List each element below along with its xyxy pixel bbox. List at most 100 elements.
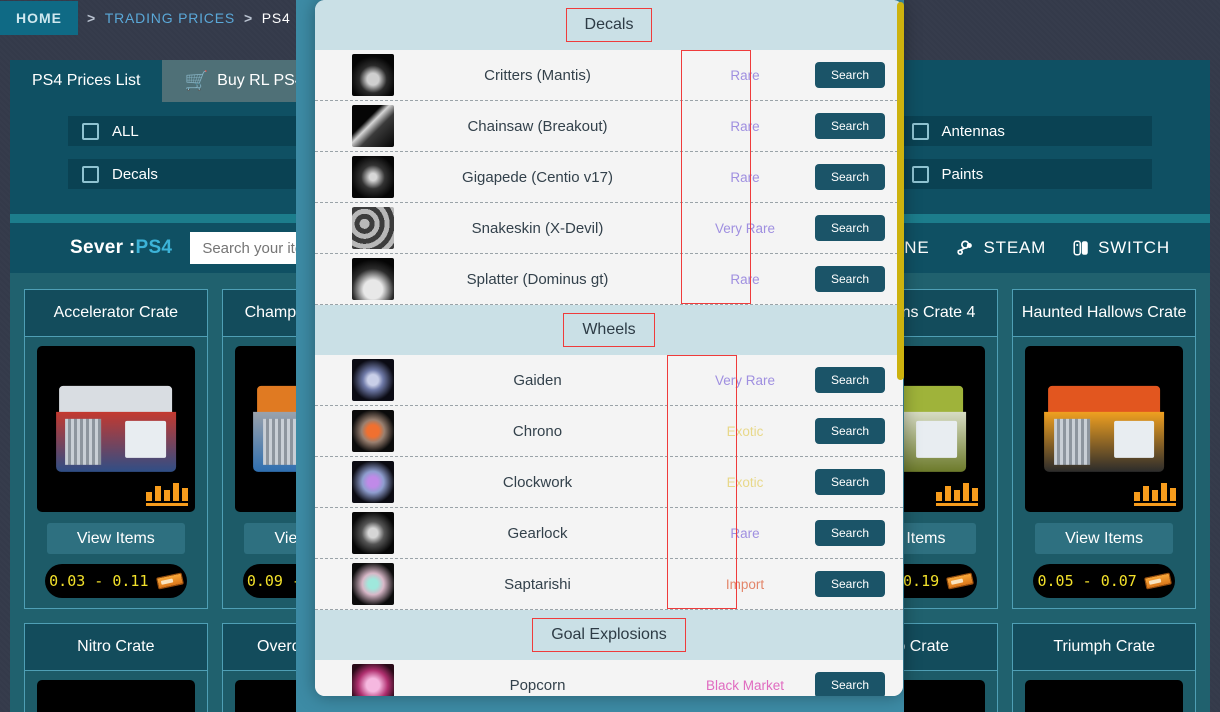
filter-label: Antennas <box>941 122 1005 140</box>
filter-decals[interactable]: Decals <box>68 159 323 189</box>
crate-image <box>37 346 195 512</box>
section-items: Critters (Mantis) Rare Search Chainsaw (Bre… <box>315 50 903 305</box>
item-thumbnail <box>352 54 394 96</box>
filter-all[interactable]: ALL <box>68 116 323 146</box>
search-button[interactable]: Search <box>815 266 885 292</box>
crate-title: Nitro Crate <box>25 624 207 671</box>
item-name: Splatter (Dominus gt) <box>466 270 609 288</box>
price-range: 0.03 - 0.11 <box>44 564 187 598</box>
key-icon <box>1143 572 1172 590</box>
item-row[interactable]: Gigapede (Centio v17) Rare Search <box>315 152 903 203</box>
checkbox-icon[interactable] <box>82 122 99 140</box>
switch-icon <box>1073 240 1088 256</box>
crate-card[interactable]: Accelerator Crate View Items 0.03 - 0.11 <box>24 289 208 609</box>
item-row[interactable]: Chrono Exotic Search <box>315 406 903 457</box>
item-thumbnail <box>352 664 394 696</box>
crate-title: Triumph Crate <box>1013 624 1195 671</box>
section-items: Gaiden Very Rare Search Chrono Exotic Search C… <box>315 355 903 610</box>
item-row[interactable]: Snakeskin (X-Devil) Very Rare Search <box>315 203 903 254</box>
crate-image <box>1025 680 1183 712</box>
item-rarity: Very Rare <box>714 372 776 388</box>
item-row[interactable]: Gaiden Very Rare Search <box>315 355 903 406</box>
item-rarity: Exotic <box>726 423 764 439</box>
item-thumbnail <box>352 258 394 300</box>
modal-scrollbar-thumb[interactable] <box>897 2 904 380</box>
filter-label: Decals <box>112 165 158 183</box>
search-button[interactable]: Search <box>815 520 885 546</box>
item-name: Chrono <box>512 422 563 440</box>
checkbox-icon[interactable] <box>911 122 929 140</box>
item-name: Saptarishi <box>504 575 571 593</box>
section-title: Decals <box>565 8 653 42</box>
item-rarity: Import <box>725 576 765 592</box>
tab-label: PS4 Prices List <box>32 72 141 89</box>
cart-icon: 🛒 <box>184 70 209 92</box>
search-button[interactable]: Search <box>815 418 885 444</box>
key-icon <box>946 572 975 590</box>
price-range: 0.05 - 0.07 <box>1033 564 1176 598</box>
section-title: Goal Explosions <box>532 618 686 652</box>
breadcrumb-trading-prices[interactable]: TRADING PRICES <box>105 10 235 26</box>
item-thumbnail <box>352 359 394 401</box>
item-thumbnail <box>352 105 394 147</box>
breadcrumb-separator-1: > <box>87 10 96 26</box>
search-button[interactable]: Search <box>815 113 885 139</box>
search-button[interactable]: Search <box>815 215 885 241</box>
item-row[interactable]: Chainsaw (Breakout) Rare Search <box>315 101 903 152</box>
item-thumbnail <box>352 207 394 249</box>
search-button[interactable]: Search <box>815 367 885 393</box>
filter-antennas[interactable]: Antennas <box>897 116 1152 146</box>
filter-label: ALL <box>112 122 139 140</box>
filter-paints[interactable]: Paints <box>897 159 1152 189</box>
item-row[interactable]: Gearlock Rare Search <box>315 508 903 559</box>
section-header: Goal Explosions <box>315 610 903 660</box>
section-header: Decals <box>315 0 903 50</box>
item-row[interactable]: Clockwork Exotic Search <box>315 457 903 508</box>
item-rarity: Rare <box>730 271 760 287</box>
platform-switch[interactable]: SWITCH <box>1072 238 1170 258</box>
item-row[interactable]: Popcorn Black Market Search <box>315 660 903 696</box>
item-name: Gearlock <box>507 524 568 542</box>
search-button[interactable]: Search <box>815 469 885 495</box>
filter-label: Paints <box>941 165 984 183</box>
platform-steam[interactable]: STEAM <box>956 238 1047 258</box>
checkbox-icon[interactable] <box>82 165 99 183</box>
item-rarity: Rare <box>730 525 760 541</box>
item-rarity: Black Market <box>705 677 785 693</box>
search-button[interactable]: Search <box>815 164 885 190</box>
search-button[interactable]: Search <box>815 62 885 88</box>
item-thumbnail <box>352 156 394 198</box>
item-rarity: Rare <box>730 67 760 83</box>
crate-title: Haunted Hallows Crate <box>1013 290 1195 337</box>
breadcrumb-separator-2: > <box>244 10 253 26</box>
search-button[interactable]: Search <box>815 571 885 597</box>
server-value: PS4 <box>135 237 173 258</box>
breadcrumb-home[interactable]: HOME <box>0 1 78 35</box>
tab-ps4-prices-list[interactable]: PS4 Prices List <box>10 60 162 102</box>
price-text: 0.05 - 0.07 <box>1037 572 1137 590</box>
section-items: Popcorn Black Market Search <box>315 660 903 696</box>
item-row[interactable]: Critters (Mantis) Rare Search <box>315 50 903 101</box>
item-name: Gigapede (Centio v17) <box>462 168 613 186</box>
item-name: Snakeskin (X-Devil) <box>471 219 604 237</box>
item-rarity: Rare <box>730 118 760 134</box>
crate-card[interactable]: Triumph CrateView Items0.05 - 0.16 <box>1012 623 1196 712</box>
screen: HOME > TRADING PRICES > PS4 INDEX PS4 Pr… <box>0 0 1220 712</box>
item-list-modal: Decals Critters (Mantis) Rare Search Chainsa… <box>315 0 903 696</box>
item-name: Gaiden <box>513 371 562 389</box>
crate-card[interactable]: Haunted Hallows Crate View Items 0.05 - 0.… <box>1012 289 1196 609</box>
key-icon <box>155 572 184 590</box>
steam-icon <box>956 240 972 255</box>
view-items-button[interactable]: View Items <box>46 523 185 554</box>
checkbox-icon[interactable] <box>911 165 929 183</box>
item-rarity: Very Rare <box>714 220 776 236</box>
item-row[interactable]: Splatter (Dominus gt) Rare Search <box>315 254 903 305</box>
item-row[interactable]: Saptarishi Import Search <box>315 559 903 610</box>
chart-bars-icon <box>145 483 188 506</box>
search-button[interactable]: Search <box>815 672 885 696</box>
item-thumbnail <box>352 461 394 503</box>
crate-image <box>37 680 195 712</box>
item-thumbnail <box>352 512 394 554</box>
view-items-button[interactable]: View Items <box>1035 523 1174 554</box>
crate-card[interactable]: Nitro CrateView Items0.04 - 0.09 <box>24 623 208 712</box>
